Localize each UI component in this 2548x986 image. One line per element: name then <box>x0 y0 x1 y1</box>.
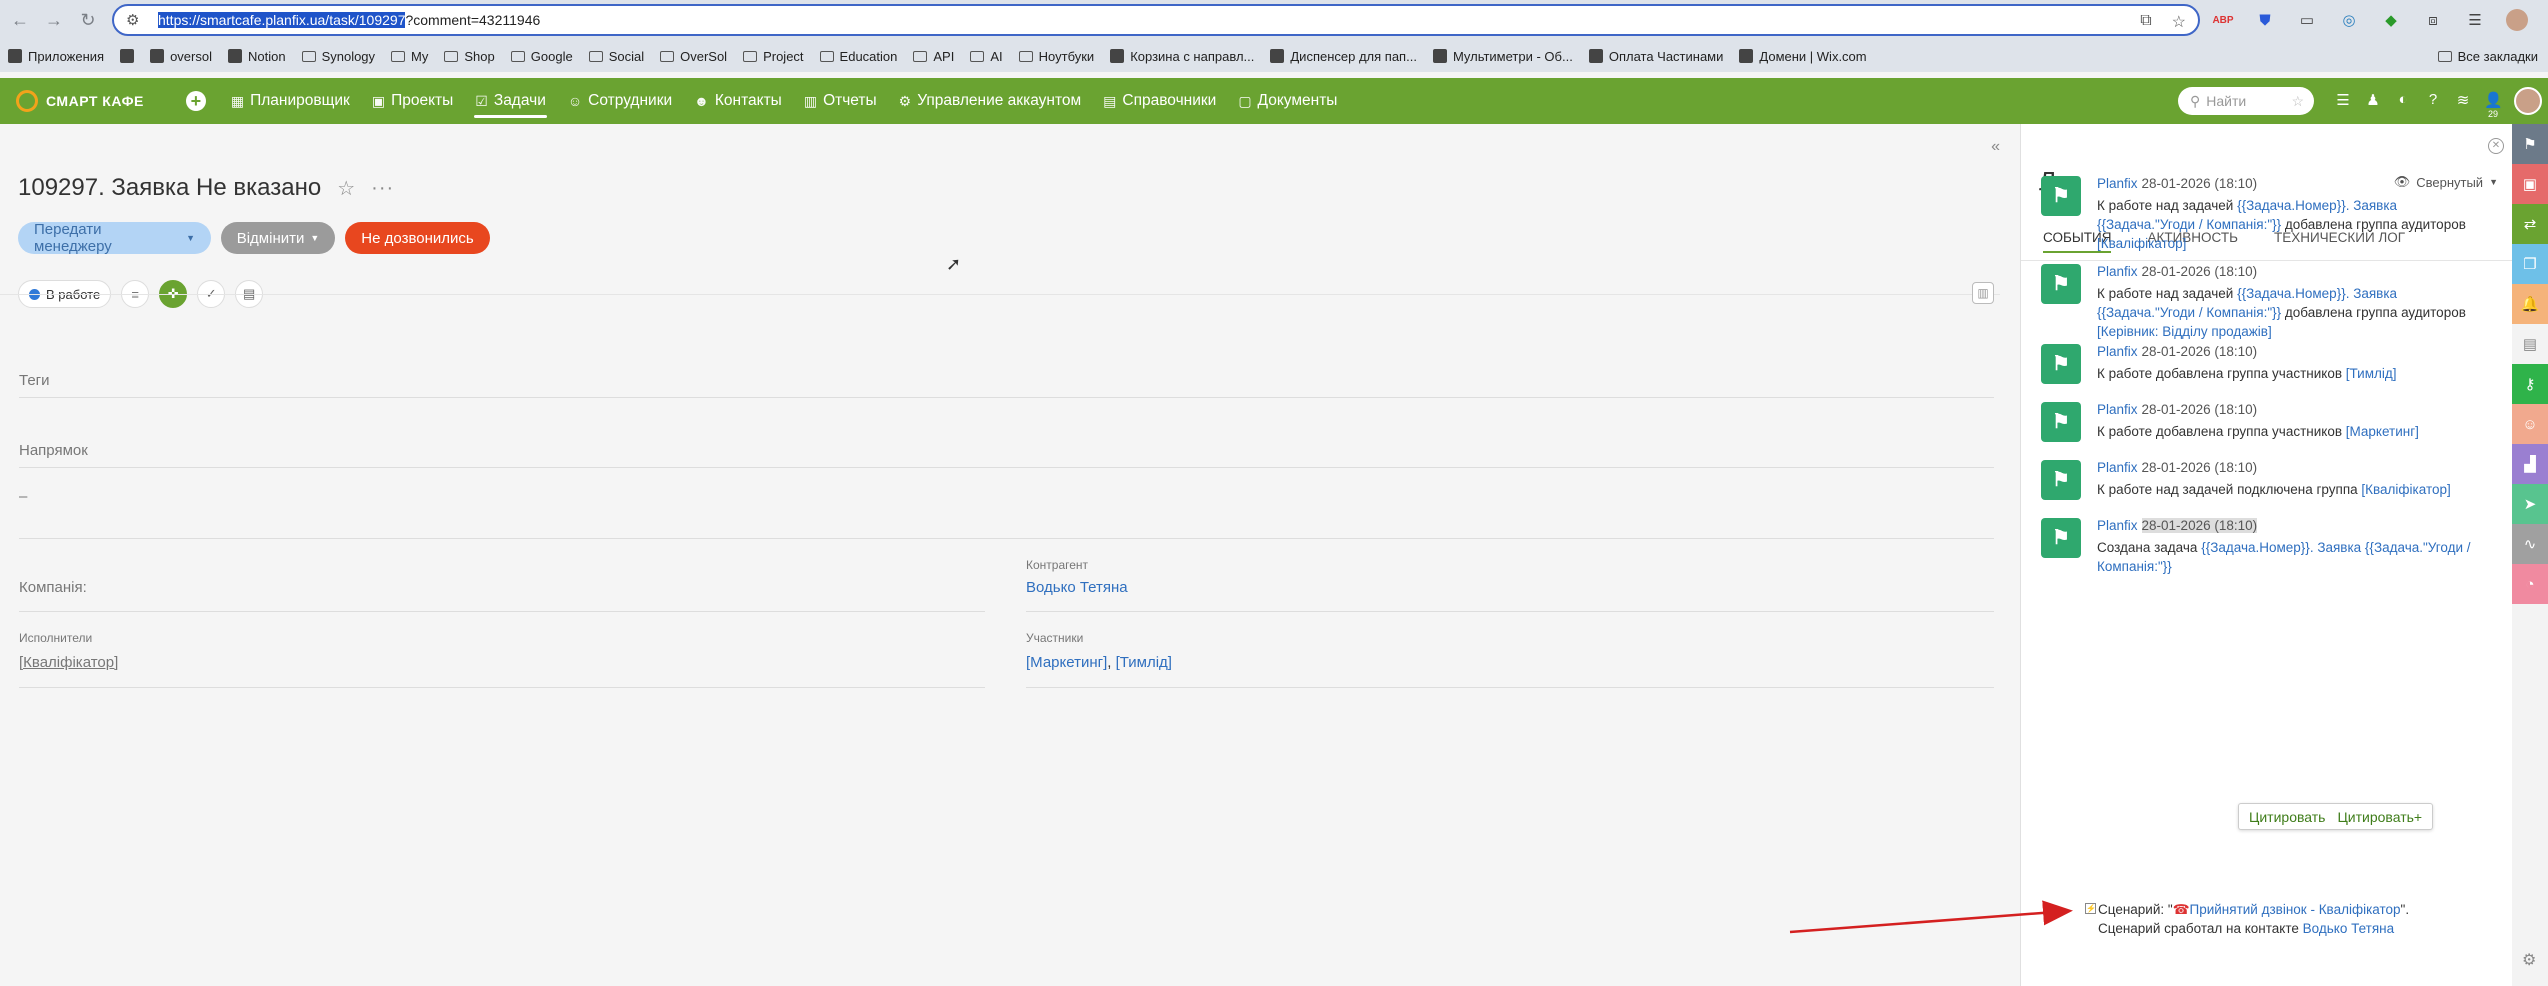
annotation-arrow <box>1789 900 2073 934</box>
